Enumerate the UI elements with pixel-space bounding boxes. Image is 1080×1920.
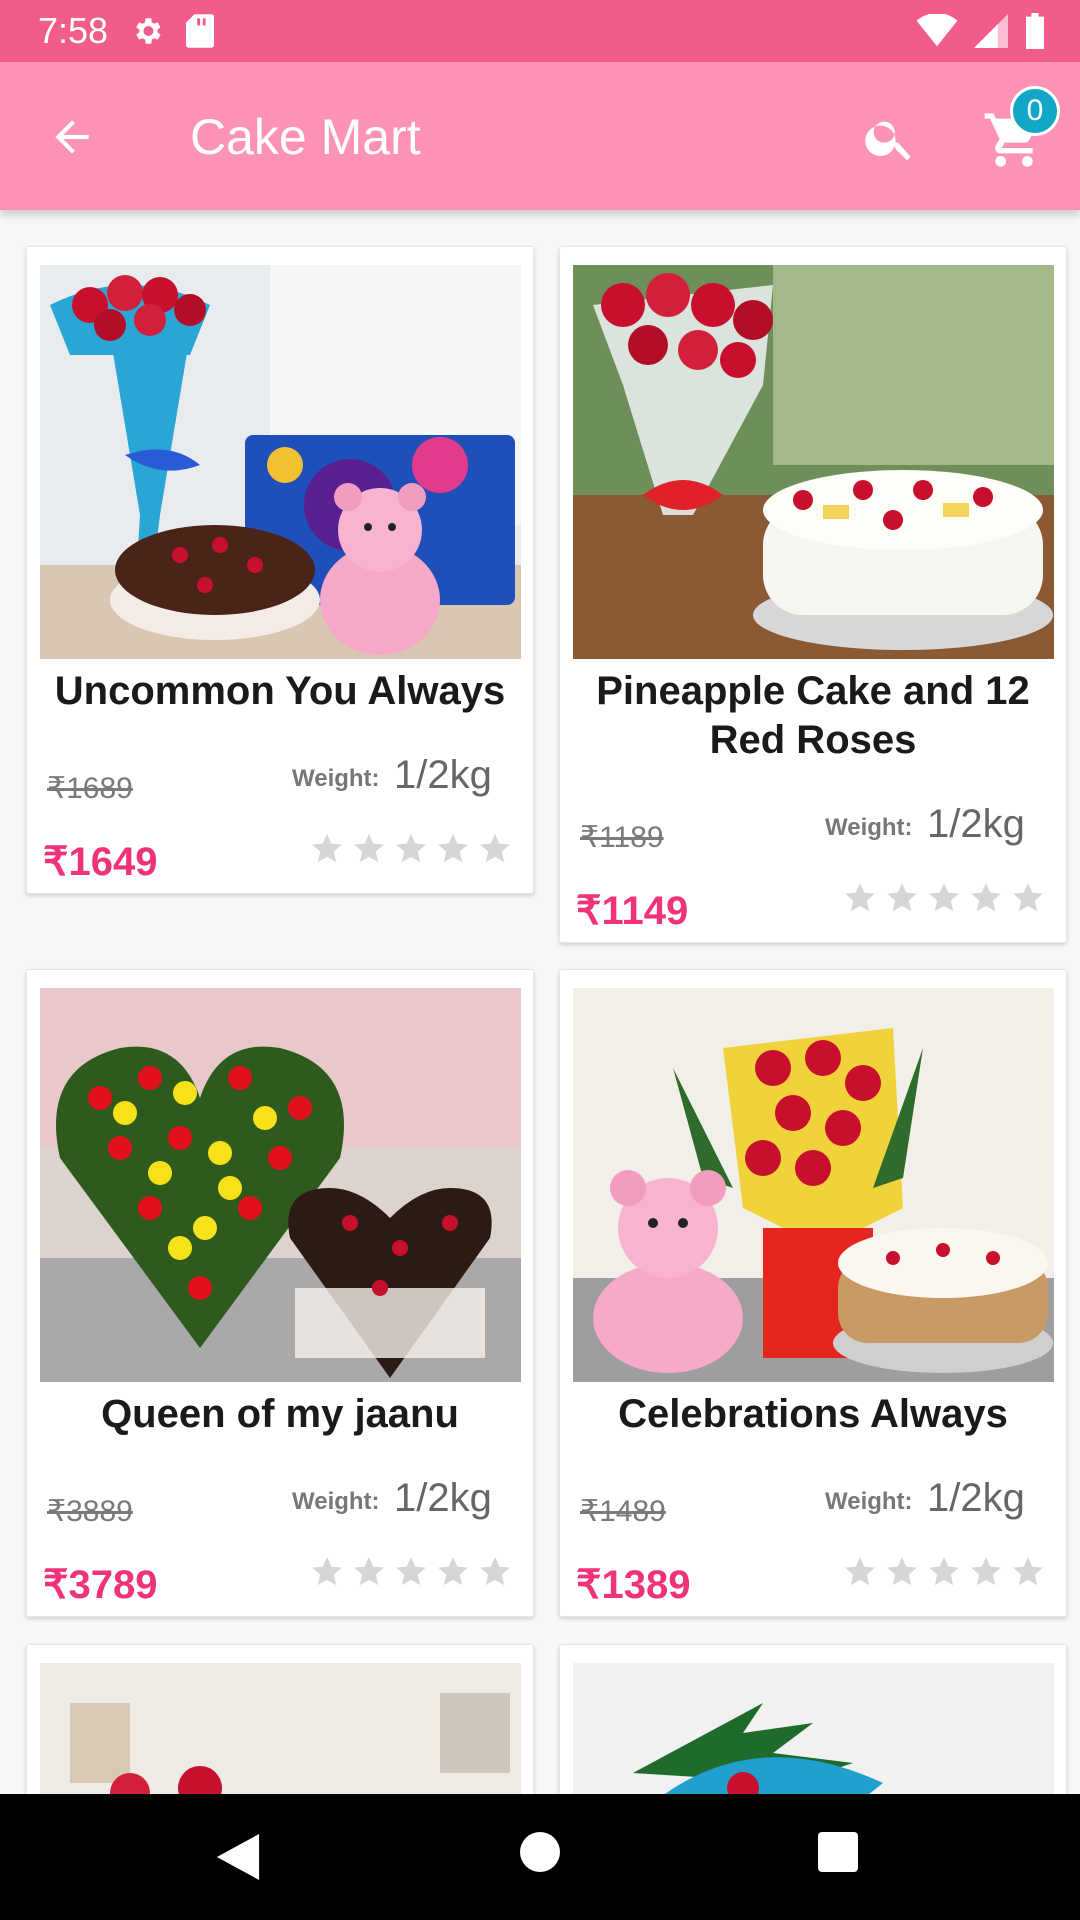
product-meta: ₹1489 Weight: 1/2kg ₹1389 [560,1470,1066,1610]
star-icon [929,1556,959,1586]
star-icon [887,1556,917,1586]
product-meta: ₹1689 Weight: 1/2kg ₹1649 [27,747,533,887]
star-icon [845,882,875,912]
product-card[interactable] [559,1644,1067,1794]
star-icon [971,1556,1001,1586]
product-image[interactable] [573,988,1054,1382]
original-price: ₹1689 [47,772,133,805]
search-button[interactable] [862,110,918,166]
star-icon [845,1556,875,1586]
weight-value: 1/2kg [927,802,1025,846]
star-icon [480,833,510,863]
star-icon [971,882,1001,912]
search-icon [865,121,911,161]
product-card[interactable] [26,1644,534,1794]
star-icon [312,833,342,863]
system-nav-bar [0,1794,1080,1920]
star-icon [1013,1556,1043,1586]
cart-count-badge: 0 [1010,86,1060,136]
sale-price: ₹3789 [43,1563,158,1607]
arrow-back-icon [55,120,89,154]
product-image[interactable] [40,1663,521,1794]
nav-recents-icon[interactable] [818,1832,858,1872]
nav-back-icon[interactable] [216,1834,260,1880]
nav-home-icon[interactable] [520,1832,560,1872]
sale-price: ₹1649 [43,840,158,884]
star-icon [354,833,384,863]
battery-icon [1026,13,1044,49]
star-icon [887,882,917,912]
product-card[interactable]: Uncommon You Always ₹1689 Weight: 1/2kg … [26,246,534,894]
weight-label: Weight: [825,814,913,841]
rating-stars [843,1554,1045,1588]
star-icon [438,1556,468,1586]
product-image[interactable] [573,265,1054,659]
product-meta: ₹1189 Weight: 1/2kg ₹1149 [560,796,1066,936]
page-title: Cake Mart [190,109,421,165]
status-bar: 7:58 [0,0,1080,62]
product-name[interactable]: Pineapple Cake and 12 Red Roses [570,667,1056,765]
original-price: ₹3889 [47,1495,133,1528]
original-price: ₹1189 [580,821,664,854]
product-image[interactable] [573,1663,1054,1794]
sale-price: ₹1389 [576,1563,691,1607]
weight-label: Weight: [292,765,380,792]
weight-value: 1/2kg [394,753,492,797]
star-icon [312,1556,342,1586]
product-name[interactable]: Uncommon You Always [37,667,523,716]
rating-stars [310,831,512,865]
product-name[interactable]: Queen of my jaanu [37,1390,523,1439]
rating-stars [310,1554,512,1588]
star-icon [354,1556,384,1586]
sale-price: ₹1149 [576,889,689,933]
product-name[interactable]: Celebrations Always [570,1390,1056,1439]
rating-stars [843,880,1045,914]
weight-label: Weight: [292,1488,380,1515]
status-time: 7:58 [38,10,109,51]
back-button[interactable] [46,112,98,162]
weight-value: 1/2kg [927,1476,1025,1520]
product-card[interactable]: Pineapple Cake and 12 Red Roses ₹1189 We… [559,246,1067,943]
weight-value: 1/2kg [394,1476,492,1520]
star-icon [438,833,468,863]
star-icon [929,882,959,912]
star-icon [396,1556,426,1586]
app-bar: Cake Mart [0,62,1080,210]
product-grid: Uncommon You Always ₹1689 Weight: 1/2kg … [0,210,1080,1794]
star-icon [480,1556,510,1586]
product-card[interactable]: Celebrations Always ₹1489 Weight: 1/2kg … [559,969,1067,1617]
signal-icon [974,14,1008,48]
weight-label: Weight: [825,1488,913,1515]
settings-icon [136,18,161,44]
star-icon [1013,882,1043,912]
sd-card-icon [186,14,215,48]
original-price: ₹1489 [580,1495,666,1528]
star-icon [396,833,426,863]
product-image[interactable] [40,988,521,1382]
product-image[interactable] [40,265,521,659]
product-meta: ₹3889 Weight: 1/2kg ₹3789 [27,1470,533,1610]
wifi-icon [916,14,958,47]
product-card[interactable]: Queen of my jaanu ₹3889 Weight: 1/2kg ₹3… [26,969,534,1617]
